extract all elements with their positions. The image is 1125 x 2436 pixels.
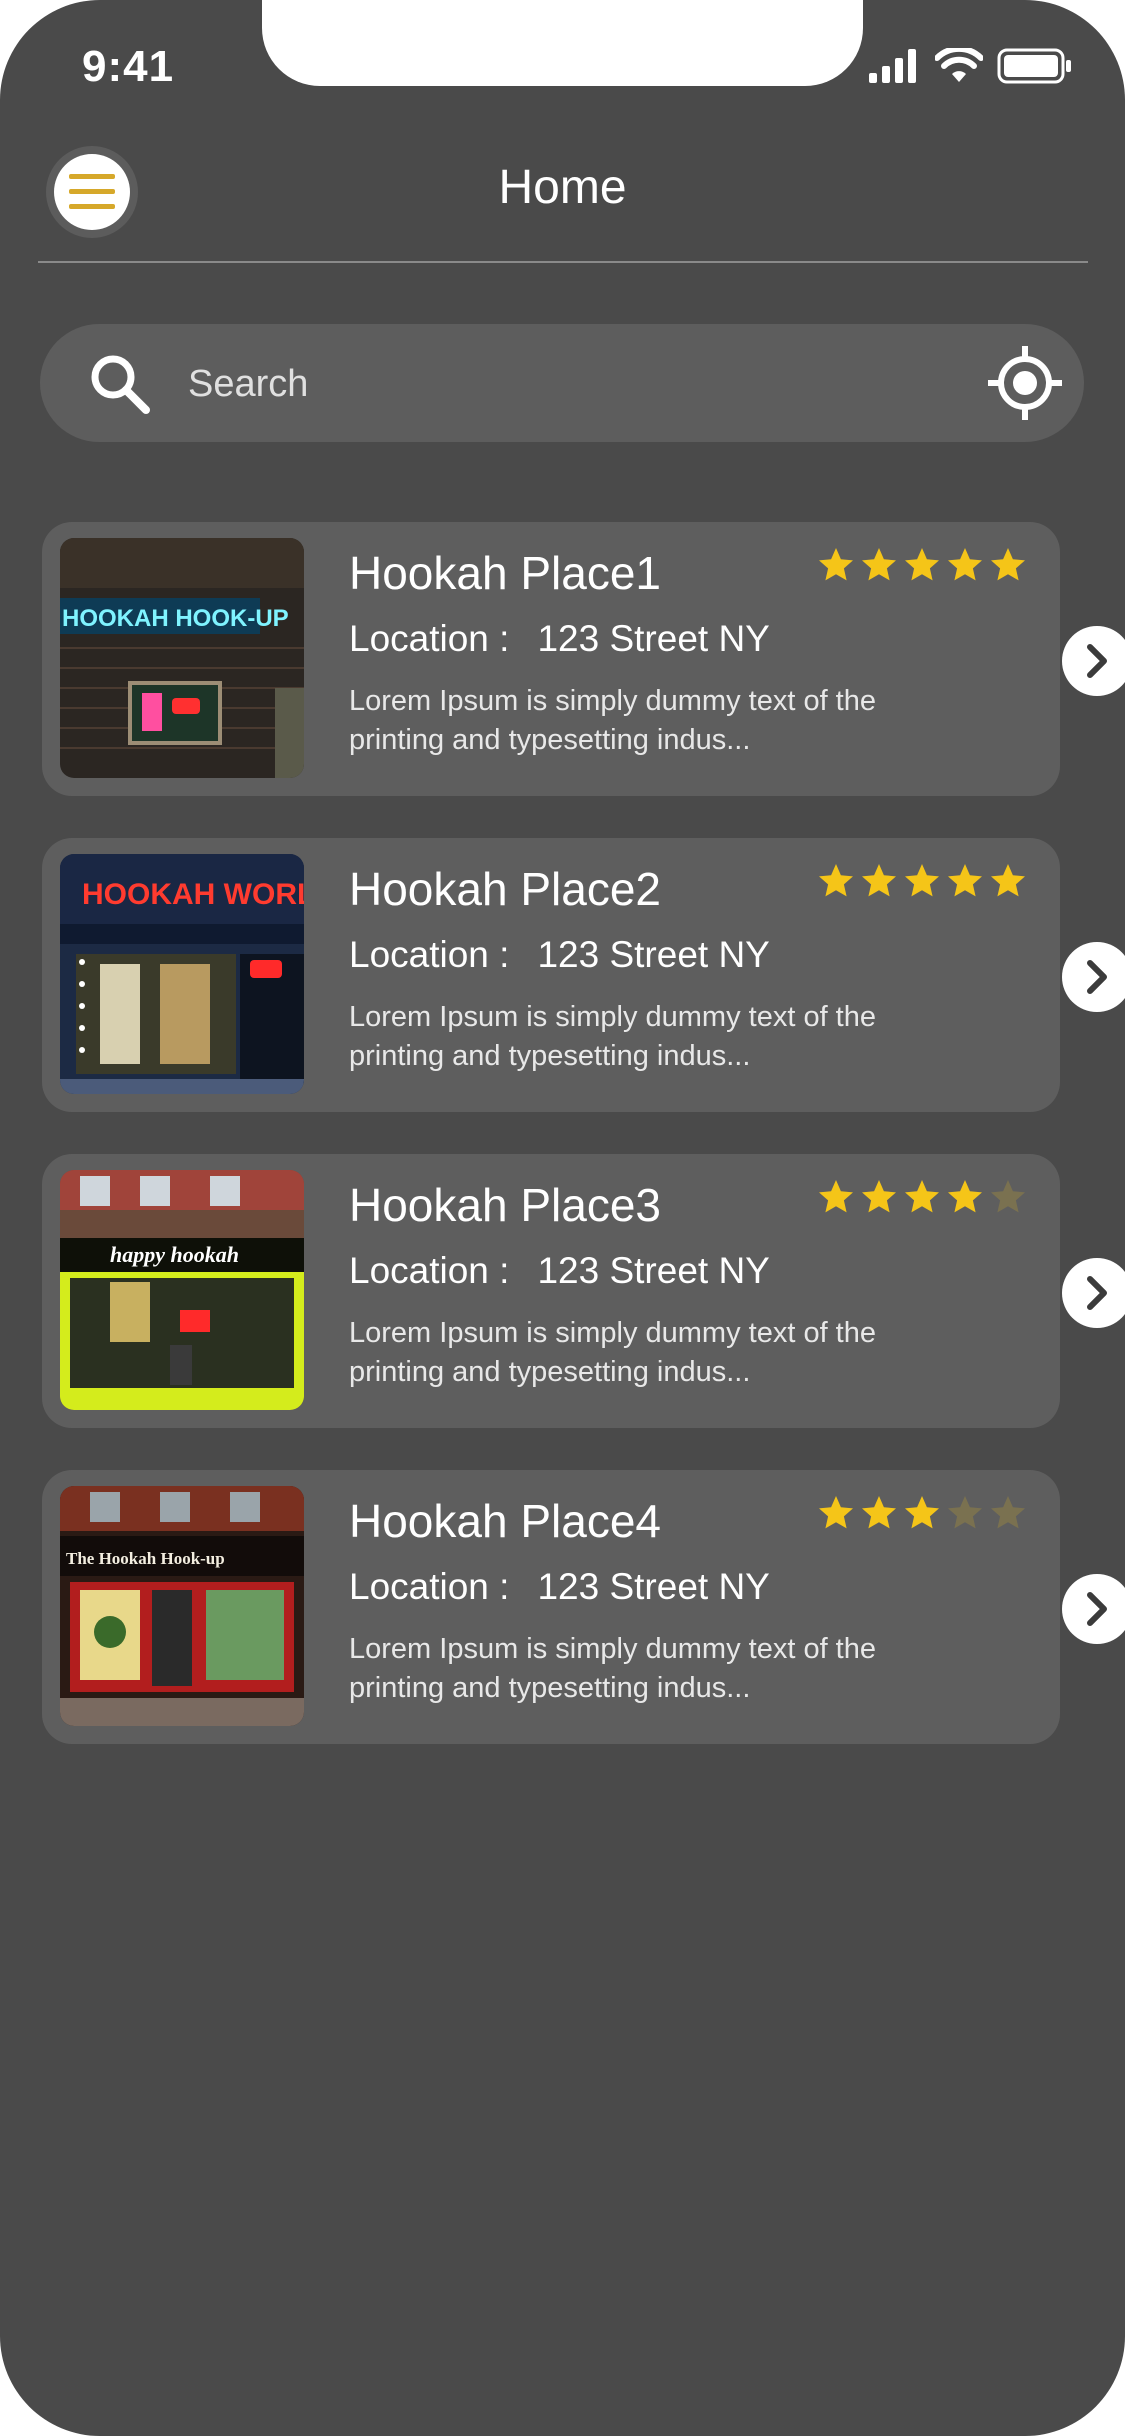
rating-stars <box>816 1494 1028 1532</box>
star-filled-icon <box>819 1496 853 1529</box>
wifi-icon <box>935 48 983 82</box>
place-description: Lorem Ipsum is simply dummy text of the … <box>349 685 876 756</box>
place-photo: The Hookah Hook-up <box>60 1486 304 1726</box>
search-icon[interactable] <box>88 352 152 416</box>
star-filled-icon <box>905 1180 939 1213</box>
rating-stars <box>816 862 1028 900</box>
chevron-right-icon <box>1087 644 1107 678</box>
location-value: 123 Street NY <box>537 1250 770 1291</box>
place-card[interactable]: happy hookah Hookah Place3 Location : 123… <box>42 1154 1125 1428</box>
place-description: Lorem Ipsum is simply dummy text of the … <box>349 1001 876 1072</box>
star-filled-icon <box>948 1180 982 1213</box>
location-label: Location : <box>349 618 510 659</box>
place-photo: HOOKAH HOOK-UP <box>60 538 304 778</box>
open-place-button[interactable] <box>1062 1258 1125 1328</box>
star-filled-icon <box>819 864 853 897</box>
location-target-icon[interactable] <box>988 346 1062 420</box>
place-card[interactable]: HOOKAH HOOK-UP Hookah Place1 Location : 1… <box>42 522 1125 796</box>
place-description: Lorem Ipsum is simply dummy text of the … <box>349 1633 876 1704</box>
place-photo: happy hookah <box>60 1170 304 1410</box>
star-empty-icon <box>991 1180 1025 1213</box>
place-name: Hookah Place2 <box>349 863 661 915</box>
place-name: Hookah Place1 <box>349 547 661 599</box>
location-value: 123 Street NY <box>537 618 770 659</box>
device-notch <box>262 0 863 86</box>
place-photo: HOOKAH WORLD <box>60 854 304 1094</box>
location-label: Location : <box>349 1566 510 1607</box>
search-input[interactable] <box>186 350 970 418</box>
star-filled-icon <box>905 548 939 581</box>
place-card[interactable]: HOOKAH WORLD Hookah Place2 Location : 123… <box>42 838 1125 1112</box>
star-filled-icon <box>905 864 939 897</box>
star-filled-icon <box>819 1180 853 1213</box>
open-place-button[interactable] <box>1062 942 1125 1012</box>
place-name: Hookah Place4 <box>349 1495 661 1547</box>
star-filled-icon <box>862 864 896 897</box>
star-filled-icon <box>905 1496 939 1529</box>
star-empty-icon <box>948 1496 982 1529</box>
location-value: 123 Street NY <box>537 1566 770 1607</box>
place-location: Location : 123 Street NY <box>349 1566 770 1608</box>
star-filled-icon <box>991 864 1025 897</box>
chevron-right-icon <box>1087 1276 1107 1310</box>
open-place-button[interactable] <box>1062 626 1125 696</box>
open-place-button[interactable] <box>1062 1574 1125 1644</box>
header: Home <box>0 140 1125 260</box>
star-filled-icon <box>862 548 896 581</box>
chevron-right-icon <box>1087 960 1107 994</box>
sign-text: HOOKAH WORLD <box>82 878 304 911</box>
search-bar <box>40 324 1084 442</box>
place-description: Lorem Ipsum is simply dummy text of the … <box>349 1317 876 1388</box>
place-card[interactable]: The Hookah Hook-up Hookah Place4 Locatio… <box>42 1470 1125 1744</box>
star-filled-icon <box>862 1180 896 1213</box>
page-title: Home <box>498 161 627 214</box>
location-label: Location : <box>349 1250 510 1291</box>
status-icons <box>869 48 1073 84</box>
status-time: 9:41 <box>82 42 175 91</box>
star-filled-icon <box>948 864 982 897</box>
app-screen: 9:41 Home Search HOOKAH HOOK-UP Hookah P… <box>0 0 1125 2436</box>
rating-stars <box>816 1178 1028 1216</box>
star-filled-icon <box>948 548 982 581</box>
rating-stars <box>816 546 1028 584</box>
chevron-right-icon <box>1087 1592 1107 1626</box>
location-value: 123 Street NY <box>537 934 770 975</box>
place-location: Location : 123 Street NY <box>349 934 770 976</box>
signal-icon <box>869 49 916 83</box>
star-filled-icon <box>991 548 1025 581</box>
sign-text: The Hookah Hook-up <box>66 1549 225 1568</box>
place-location: Location : 123 Street NY <box>349 618 770 660</box>
sign-text: HOOKAH HOOK-UP <box>62 605 289 632</box>
place-name: Hookah Place3 <box>349 1179 661 1231</box>
header-divider <box>38 261 1088 263</box>
location-label: Location : <box>349 934 510 975</box>
battery-icon <box>997 48 1071 84</box>
sign-text: happy hookah <box>110 1242 239 1267</box>
star-empty-icon <box>991 1496 1025 1529</box>
star-filled-icon <box>862 1496 896 1529</box>
star-filled-icon <box>819 548 853 581</box>
place-location: Location : 123 Street NY <box>349 1250 770 1292</box>
